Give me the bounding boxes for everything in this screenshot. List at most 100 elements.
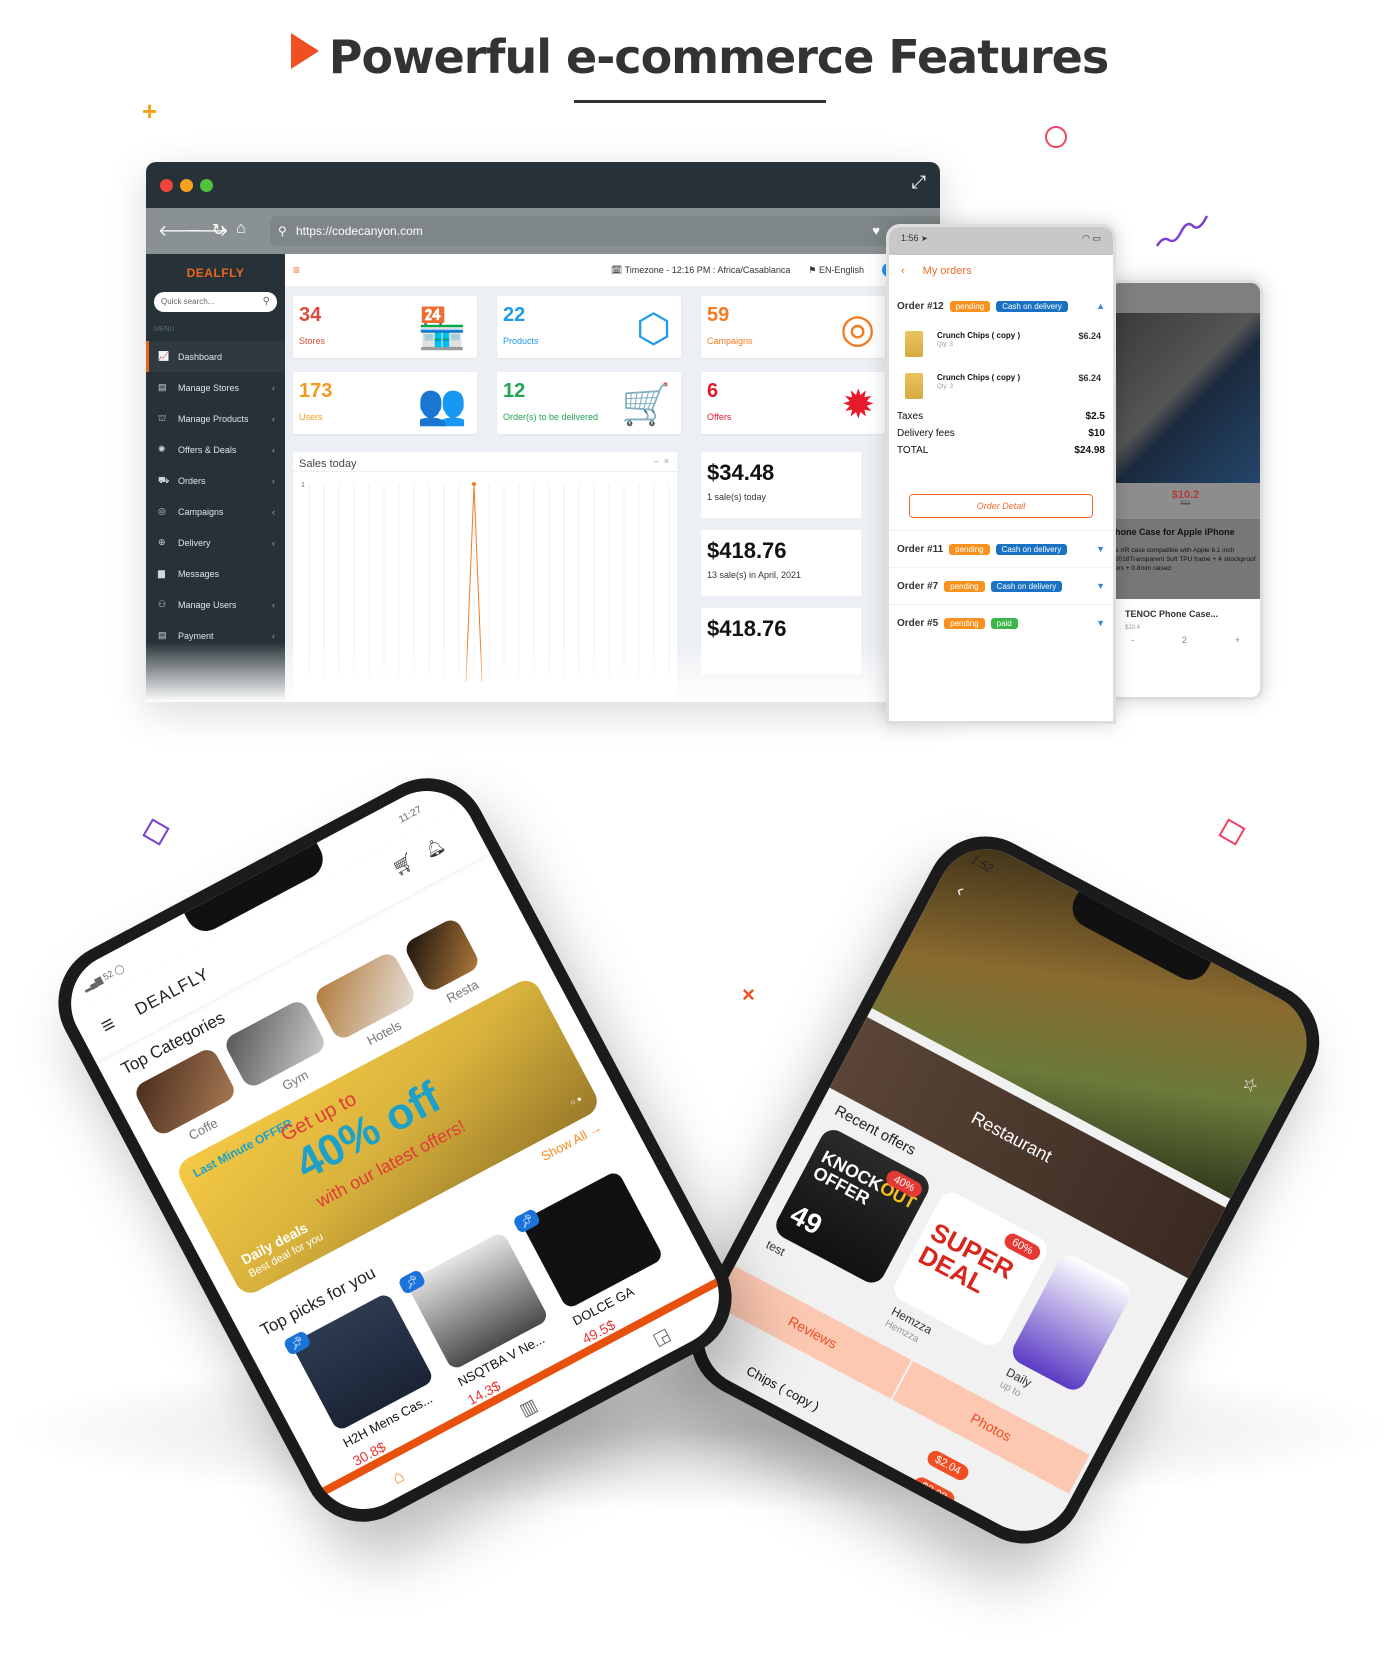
payment-badge: Cash on delivery — [990, 580, 1063, 592]
url-bar[interactable]: ⚲ https://codecanyon.com ♥ — [270, 216, 940, 246]
wifi-battery-icon: ◠ ▭ — [1082, 233, 1101, 243]
pin-icon[interactable]: 📌︎ — [282, 1329, 312, 1357]
sidebar-item-orders[interactable]: ⛟ Orders ‹ — [146, 465, 285, 496]
order-row[interactable]: Order #5 pending paid ▼ — [889, 610, 1113, 636]
users-icon: ⚇ — [158, 599, 167, 609]
minimize-panel-button[interactable]: – — [654, 456, 659, 466]
cart-icon[interactable]: 🛒︎ — [389, 850, 419, 879]
language-selector[interactable]: ⚑ EN-English — [808, 265, 864, 276]
map-icon[interactable]: ▥ — [516, 1394, 541, 1421]
chevron-left-icon: ‹ — [272, 413, 275, 424]
sidebar-item-dashboard[interactable]: 📈 Dashboard — [146, 341, 285, 372]
close-window-button[interactable] — [160, 179, 173, 192]
status-badge: pending — [944, 617, 985, 629]
reload-icon[interactable]: ↻ — [212, 220, 225, 240]
order-row[interactable]: Order #11 pending Cash on delivery ▼ — [889, 536, 1113, 562]
sales-month-total: $418.76 13 sale(s) in April, 2021 — [701, 530, 861, 596]
chevron-left-icon: ‹ — [272, 382, 275, 393]
stat-card-orders[interactable]: 12 Order(s) to be delivered 🛒 — [497, 372, 681, 434]
badge-icon: ✹ — [841, 383, 875, 427]
status-badge: pending — [949, 300, 991, 312]
product-thumbnail — [905, 331, 923, 357]
y-tick-label: 1 — [301, 482, 305, 489]
payment-badge: Cash on delivery — [996, 300, 1068, 312]
expand-icon[interactable]: ⤢ — [912, 172, 926, 193]
target-icon: ◎ — [158, 506, 166, 516]
heart-icon[interactable]: ♥ — [872, 216, 880, 246]
pin-icon[interactable]: 📌︎ — [397, 1268, 427, 1296]
order-item: Crunch Chips ( copy ) Qty: 3 $6.24 — [889, 369, 1113, 411]
store-icon: 🏪 — [417, 307, 467, 351]
carousel-dots[interactable]: ○ ● — [569, 1094, 584, 1108]
cart-icon: ⛟ — [158, 474, 170, 485]
admin-topbar: ≡ 🗓 Timezone - 12:16 PM : Africa/Casabla… — [285, 254, 940, 286]
stat-card-offers[interactable]: 6 Offers ✹ — [701, 372, 885, 434]
tag-icon[interactable]: ◲ — [649, 1323, 674, 1350]
sidebar-item-manage-stores[interactable]: ▤ Manage Stores ‹ — [146, 372, 285, 403]
plus-decoration-icon: + — [142, 96, 158, 126]
product-image — [1111, 313, 1260, 483]
product-thumbnail — [905, 373, 923, 399]
cart-icon: 🛒 — [621, 383, 671, 427]
sidebar-item-manage-users[interactable]: ⚇ Manage Users ‹ — [146, 589, 285, 620]
stat-card-users[interactable]: 173 Users 👥 — [293, 372, 477, 434]
stat-card-campaigns[interactable]: 59 Campaigns ◎ — [701, 296, 885, 358]
target-icon: ◎ — [840, 307, 875, 351]
increase-qty-button[interactable]: + — [1235, 635, 1240, 645]
order-row-expanded[interactable]: Order #12 pending Cash on delivery ▲ — [889, 293, 1113, 319]
search-icon: ⚲ — [278, 224, 287, 238]
admin-browser-window: ⤢ 🡐 🡒 ↻ ⌂ ⚲ https://codecanyon.com ♥ DEA… — [146, 162, 940, 702]
product-old-price: $12 — [1180, 501, 1191, 507]
minimize-window-button[interactable] — [180, 179, 193, 192]
chevron-left-icon: ‹ — [272, 599, 275, 610]
home-icon[interactable]: ⌂ — [236, 220, 246, 238]
qty-value: 2 — [1181, 635, 1187, 645]
hamburger-menu-icon[interactable]: ≡ — [96, 1011, 120, 1040]
product-title: hone Case for Apple iPhone — [1115, 527, 1235, 537]
stat-card-products[interactable]: 22 Products ⬡ — [497, 296, 681, 358]
order-detail-button[interactable]: Order Detail — [909, 494, 1093, 518]
close-panel-button[interactable]: × — [664, 456, 669, 466]
window-titlebar: ⤢ — [146, 162, 940, 208]
chevron-left-icon: ‹ — [272, 475, 275, 486]
chevron-left-icon: ‹ — [272, 444, 275, 455]
status-time: 1:56 — [901, 233, 919, 243]
caret-up-icon[interactable]: ▲ — [1096, 301, 1105, 311]
sidebar-search-input[interactable]: Quick search... ⚲ — [154, 292, 277, 312]
chevron-left-icon: ‹ — [272, 506, 275, 517]
order-row[interactable]: Order #7 pending Cash on delivery ▼ — [889, 573, 1113, 599]
stat-card-stores[interactable]: 34 Stores 🏪 — [293, 296, 477, 358]
pin-icon[interactable]: 📌︎ — [512, 1207, 542, 1235]
total-row: TOTAL $24.98 — [897, 445, 1105, 456]
caret-down-icon[interactable]: ▼ — [1096, 544, 1105, 554]
logo: DEALFLY — [186, 266, 245, 280]
sidebar-item-campaigns[interactable]: ◎ Campaigns ‹ — [146, 496, 285, 527]
sales-today-total: $34.48 1 sale(s) today — [701, 452, 861, 518]
caret-down-icon[interactable]: ▼ — [1096, 618, 1105, 628]
message-icon: ▆ — [158, 568, 165, 578]
caret-down-icon[interactable]: ▼ — [1096, 581, 1105, 591]
category-gym[interactable] — [222, 997, 329, 1090]
maximize-window-button[interactable] — [200, 179, 213, 192]
screen-title: My orders — [922, 265, 972, 277]
sidebar-item-messages[interactable]: ▆ Messages — [146, 558, 285, 589]
product-price: $10.2 — [1171, 489, 1200, 501]
status-time: 11:27 — [397, 804, 424, 826]
tab-reviews[interactable]: Reviews — [714, 1265, 912, 1399]
square-decoration-icon — [1218, 818, 1246, 846]
admin-sidebar: DEALFLY Quick search... ⚲ MENU 📈 Dashboard… — [146, 254, 285, 702]
status-badge: pending — [949, 543, 990, 555]
home-icon[interactable]: ⌂ — [388, 1465, 407, 1489]
sidebar-item-manage-products[interactable]: ⛫ Manage Products ‹ — [146, 403, 285, 434]
hamburger-menu-icon[interactable]: ≡ — [293, 263, 300, 277]
sidebar-item-delivery[interactable]: ⊕ Delivery ‹ — [146, 527, 285, 558]
back-chevron-icon[interactable]: ‹ — [901, 265, 905, 277]
basket-icon: ⛫ — [158, 412, 167, 423]
product-description: e XR case compatible with Apple 6.1 inch… — [1115, 547, 1256, 572]
sidebar-item-offers-deals[interactable]: ✺ Offers & Deals ‹ — [146, 434, 285, 465]
percent-badge-icon: ✺ — [158, 444, 166, 454]
decrease-qty-button[interactable]: - — [1131, 635, 1134, 645]
bell-icon[interactable]: 🔔︎ — [421, 834, 448, 861]
product-image-perfume[interactable]: 📌︎ — [512, 1169, 665, 1310]
square-decoration-icon — [142, 818, 170, 846]
